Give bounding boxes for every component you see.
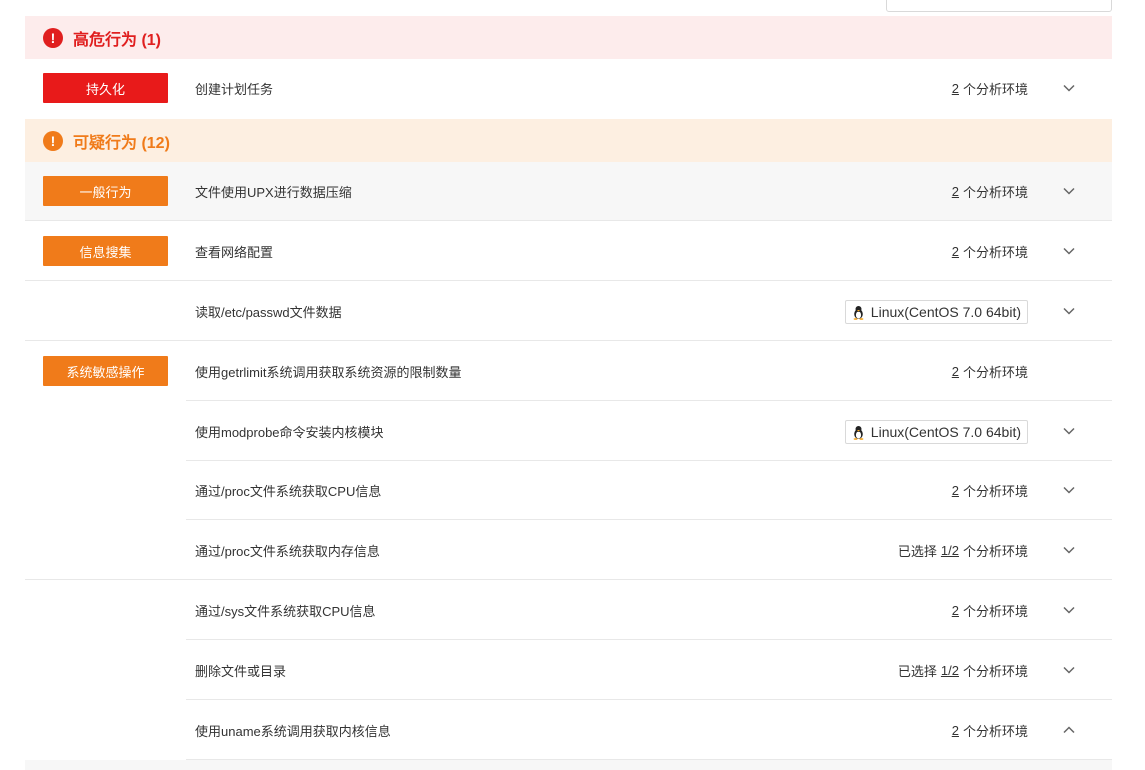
behavior-name: 通过/sys文件系统获取CPU信息	[195, 604, 376, 619]
env-count-link[interactable]: 2	[952, 364, 959, 379]
behavior-tag: 系统敏感操作	[43, 356, 168, 386]
env-count: 已选择 1/2 个分析环境	[898, 521, 1028, 580]
row-divider	[186, 400, 1112, 401]
behavior-row[interactable]: 信息搜集 查看网络配置 2 个分析环境	[25, 222, 1112, 281]
env-count: 2 个分析环境	[952, 581, 1028, 640]
row-divider	[186, 699, 1112, 700]
behavior-name: 查看网络配置	[195, 245, 274, 260]
behavior-row[interactable]: 使用modprobe命令安装内核模块 Linux(CentOS 7.0 64bi…	[25, 402, 1112, 461]
row-divider	[25, 280, 1112, 281]
os-badge: Linux(CentOS 7.0 64bit)	[844, 300, 1028, 324]
env-label: 个分析环境	[962, 664, 1028, 679]
os-badge: Linux(CentOS 7.0 64bit)	[844, 420, 1028, 444]
behavior-name: 使用uname系统调用获取内核信息	[195, 724, 391, 739]
env-count: 已选择 1/2 个分析环境	[898, 641, 1028, 700]
chevron-down-icon[interactable]	[1062, 244, 1076, 258]
chevron-down-icon[interactable]	[1062, 304, 1076, 318]
env-count: 2 个分析环境	[952, 461, 1028, 520]
behavior-tag: 持久化	[43, 73, 168, 103]
chevron-down-icon[interactable]	[1062, 603, 1076, 617]
row-divider	[25, 220, 1112, 221]
expanded-detail-area	[25, 760, 1112, 770]
linux-penguin-icon	[853, 425, 864, 440]
alert-icon: !	[43, 130, 63, 151]
env-count: 2 个分析环境	[952, 342, 1028, 401]
env-label: 个分析环境	[962, 724, 1028, 739]
behavior-name: 文件使用UPX进行数据压缩	[195, 185, 352, 200]
env-count-link[interactable]: 2	[952, 723, 959, 738]
row-divider	[25, 340, 1112, 341]
behavior-row[interactable]: 通过/proc文件系统获取内存信息 已选择 1/2 个分析环境	[25, 521, 1112, 580]
env-selected-prefix: 已选择	[897, 664, 937, 679]
behavior-row[interactable]: 持久化 创建计划任务 2 个分析环境	[25, 59, 1112, 118]
row-divider	[25, 579, 1112, 580]
behavior-tag: 信息搜集	[43, 236, 168, 266]
chevron-down-icon[interactable]	[1062, 663, 1076, 677]
env-selected-prefix: 已选择	[897, 544, 937, 559]
chevron-down-icon[interactable]	[1062, 483, 1076, 497]
env-count-link[interactable]: 2	[952, 81, 959, 96]
env-count-link[interactable]: 2	[952, 184, 959, 199]
alert-icon: !	[43, 27, 63, 48]
chevron-down-icon[interactable]	[1062, 81, 1076, 95]
env-count-link[interactable]: 2	[952, 603, 959, 618]
behavior-name: 读取/etc/passwd文件数据	[195, 305, 342, 320]
behavior-row[interactable]: 使用uname系统调用获取内核信息 2 个分析环境	[25, 701, 1112, 760]
env-label: 个分析环境	[962, 245, 1028, 260]
env-label: 个分析环境	[962, 365, 1028, 380]
env-label: 个分析环境	[962, 544, 1028, 559]
env-count: 2 个分析环境	[952, 222, 1028, 281]
env-count-link[interactable]: 1/2	[941, 543, 959, 558]
env-label: 个分析环境	[962, 82, 1028, 97]
chevron-up-icon[interactable]	[1062, 723, 1076, 737]
behavior-name: 删除文件或目录	[195, 664, 287, 679]
behavior-row[interactable]: 一般行为 文件使用UPX进行数据压缩 2 个分析环境	[25, 162, 1112, 221]
section-header-suspicious: ! 可疑行为 (12)	[25, 119, 1112, 162]
behavior-name: 通过/proc文件系统获取CPU信息	[195, 484, 382, 499]
chevron-down-icon[interactable]	[1062, 424, 1076, 438]
behavior-row[interactable]: 通过/sys文件系统获取CPU信息 2 个分析环境	[25, 581, 1112, 640]
env-label: 个分析环境	[962, 185, 1028, 200]
behavior-name: 使用getrlimit系统调用获取系统资源的限制数量	[195, 365, 462, 380]
section-header-high-risk: ! 高危行为 (1)	[25, 16, 1112, 59]
behavior-row[interactable]: 系统敏感操作 使用getrlimit系统调用获取系统资源的限制数量 2 个分析环…	[25, 342, 1112, 401]
behavior-tag: 一般行为	[43, 176, 168, 206]
env-count-link[interactable]: 2	[952, 483, 959, 498]
env-label: 个分析环境	[962, 604, 1028, 619]
chevron-down-icon[interactable]	[1062, 543, 1076, 557]
env-count-link[interactable]: 2	[952, 244, 959, 259]
chevron-down-icon[interactable]	[1062, 184, 1076, 198]
behavior-name: 通过/proc文件系统获取内存信息	[195, 544, 380, 559]
linux-penguin-icon	[853, 305, 864, 320]
row-divider	[186, 639, 1112, 640]
env-count: 2 个分析环境	[952, 701, 1028, 760]
os-label: Linux(CentOS 7.0 64bit)	[870, 304, 1021, 320]
env-count: 2 个分析环境	[952, 162, 1028, 221]
behavior-row[interactable]: 通过/proc文件系统获取CPU信息 2 个分析环境	[25, 461, 1112, 520]
section-title: 可疑行为 (12)	[73, 134, 170, 152]
search-input[interactable]	[886, 0, 1112, 12]
behavior-row[interactable]: 读取/etc/passwd文件数据 Linux(CentOS 7.0 64bit…	[25, 282, 1112, 341]
behavior-name: 创建计划任务	[195, 82, 274, 97]
os-label: Linux(CentOS 7.0 64bit)	[870, 424, 1021, 440]
section-title: 高危行为 (1)	[73, 31, 162, 49]
env-label: 个分析环境	[962, 484, 1028, 499]
behavior-name: 使用modprobe命令安装内核模块	[195, 425, 384, 440]
row-divider	[186, 519, 1112, 520]
behavior-row[interactable]: 删除文件或目录 已选择 1/2 个分析环境	[25, 641, 1112, 700]
env-count-link[interactable]: 1/2	[941, 663, 959, 678]
env-count: 2 个分析环境	[952, 59, 1028, 118]
